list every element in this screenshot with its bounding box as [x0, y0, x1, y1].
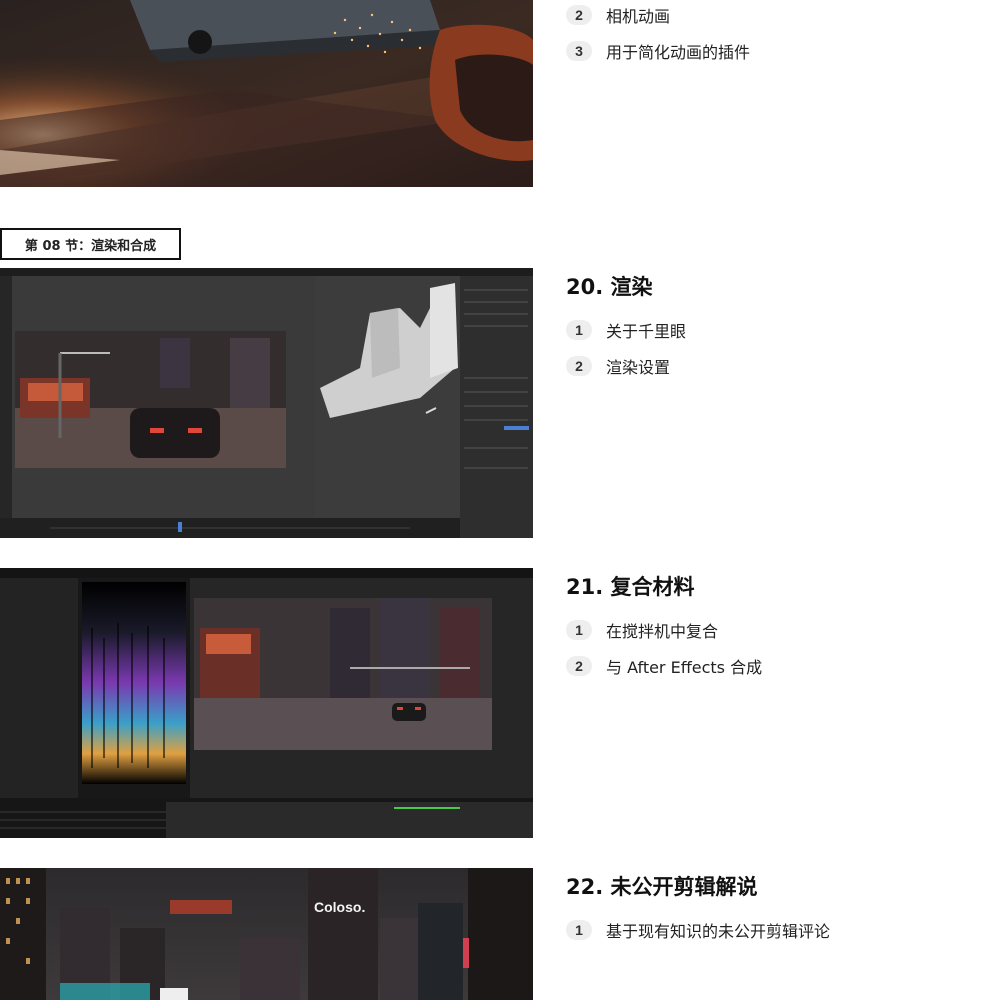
item-number-badge: 3 [566, 41, 592, 61]
item-label: 关于千里眼 [606, 322, 687, 341]
top-lesson-item-list: 2 相机动画 3 用于简化动画的插件 [566, 0, 750, 69]
item-label: 基于现有知识的未公开剪辑评论 [606, 922, 831, 941]
item-label: 在搅拌机中复合 [606, 622, 719, 641]
list-item: 1 基于现有知识的未公开剪辑评论 [566, 912, 830, 948]
item-number-badge: 1 [566, 620, 592, 640]
lesson-item-list: 1 关于千里眼 2 渲染设置 [566, 312, 686, 384]
section-badge: 第 08 节：渲染和合成 [0, 228, 181, 260]
item-number-badge: 2 [566, 5, 592, 25]
list-item: 2 与 After Effects 合成 [566, 648, 762, 684]
lesson-item-list: 1 在搅拌机中复合 2 与 After Effects 合成 [566, 612, 762, 684]
list-item: 2 相机动画 [566, 0, 750, 33]
blender-render-screenshot [0, 268, 533, 538]
item-label: 相机动画 [606, 7, 671, 26]
item-number-badge: 2 [566, 656, 592, 676]
lesson-title: 21. 复合材料 [566, 575, 695, 599]
list-item: 2 渲染设置 [566, 348, 686, 384]
car-chase-render-image [0, 0, 533, 187]
item-label: 与 After Effects 合成 [606, 658, 763, 677]
list-item: 1 在搅拌机中复合 [566, 612, 762, 648]
lesson-item-list: 1 基于现有知识的未公开剪辑评论 [566, 912, 830, 948]
item-label: 用于简化动画的插件 [606, 43, 751, 62]
city-night-render-image: Coloso. [0, 868, 533, 1000]
list-item: 1 关于千里眼 [566, 312, 686, 348]
item-label: 渲染设置 [606, 358, 671, 377]
lesson-title: 20. 渲染 [566, 275, 653, 299]
item-number-badge: 2 [566, 356, 592, 376]
lesson-title: 22. 未公开剪辑解说 [566, 875, 758, 899]
city-sign-text: Coloso. [314, 899, 365, 915]
list-item: 3 用于简化动画的插件 [566, 33, 750, 69]
compositing-screenshot [0, 568, 533, 838]
item-number-badge: 1 [566, 920, 592, 940]
item-number-badge: 1 [566, 320, 592, 340]
